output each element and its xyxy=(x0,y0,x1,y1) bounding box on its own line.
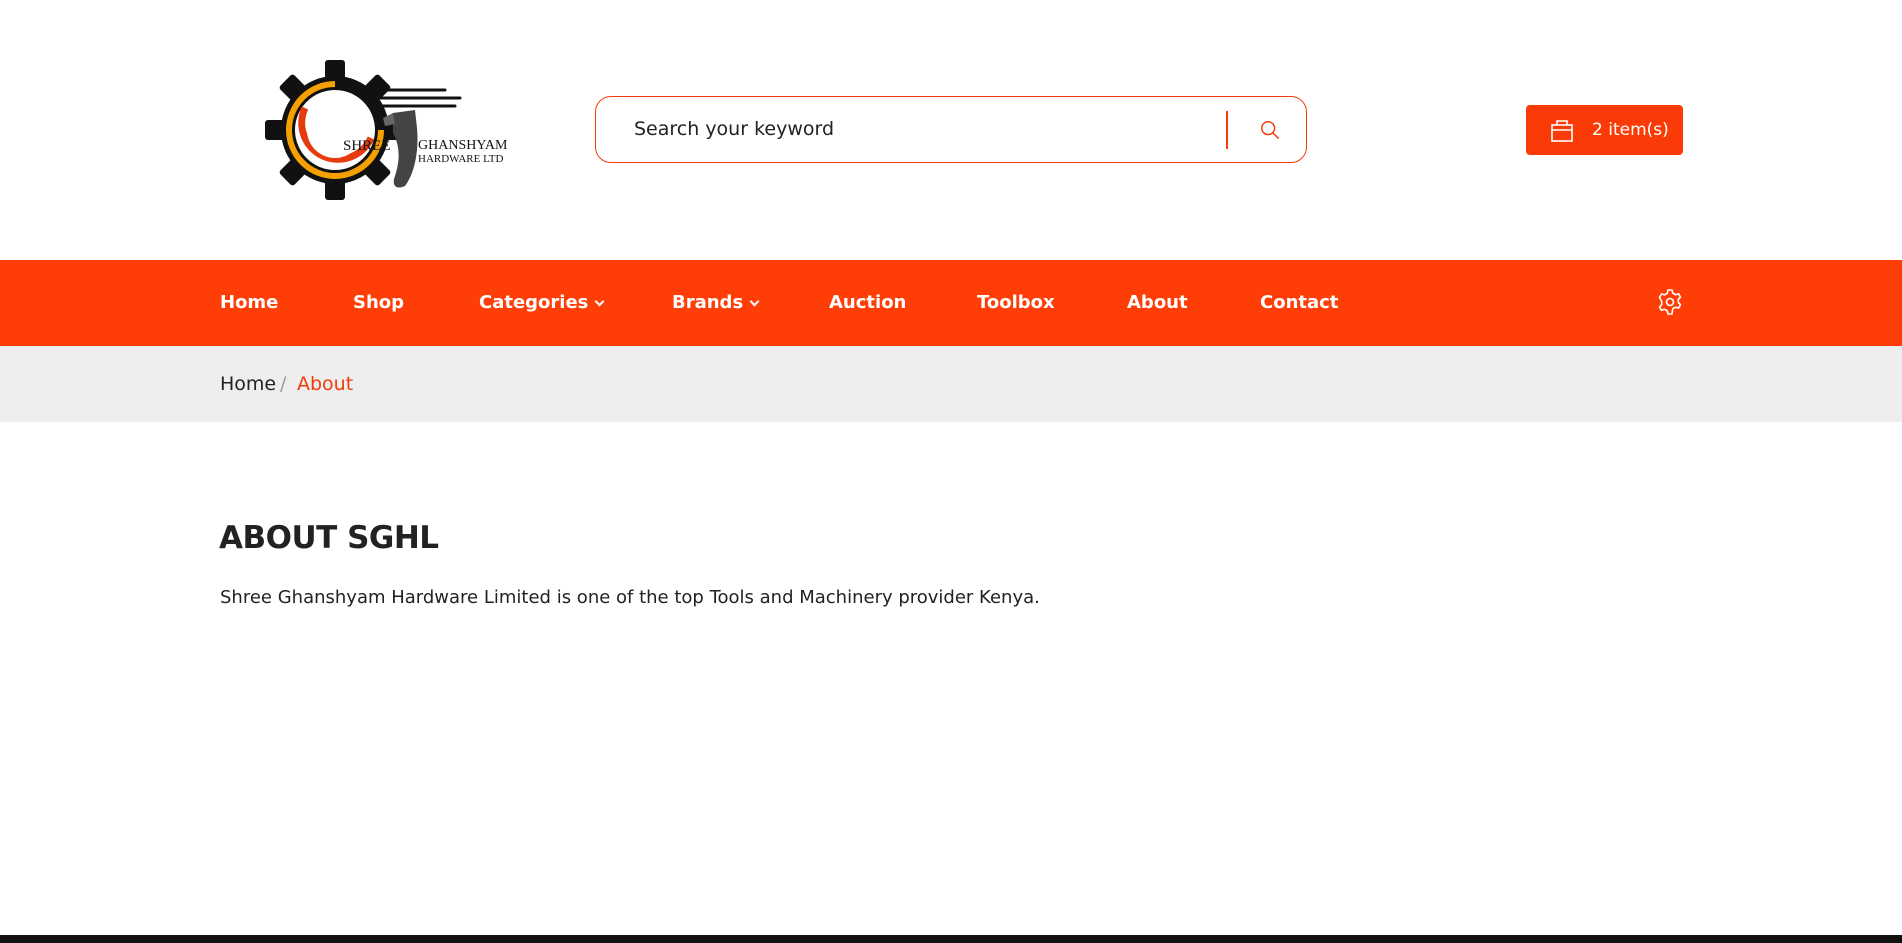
footer-edge xyxy=(0,935,1902,943)
nav-label: Home xyxy=(220,292,279,313)
breadcrumb-home-link[interactable]: Home xyxy=(220,346,276,422)
nav-label: Toolbox xyxy=(977,292,1055,313)
cart-button[interactable]: 2 item(s) xyxy=(1526,105,1683,155)
nav-item-toolbox[interactable]: Toolbox xyxy=(977,260,1055,346)
nav-label: Shop xyxy=(353,292,405,313)
search-icon xyxy=(1261,121,1279,139)
breadcrumb-separator: / xyxy=(280,373,287,395)
main-nav: Home Shop Categories Brands Auction Tool… xyxy=(0,260,1902,346)
nav-label: Brands xyxy=(672,292,744,313)
chevron-down-icon xyxy=(749,296,760,307)
nav-item-auction[interactable]: Auction xyxy=(829,260,906,346)
nav-item-shop[interactable]: Shop xyxy=(353,260,404,346)
site-logo[interactable]: SHREE GHANSHYAM HARDWARE LTD xyxy=(265,58,515,200)
nav-item-brands[interactable]: Brands xyxy=(672,260,760,346)
search-button[interactable] xyxy=(1248,109,1292,151)
nav-label: Contact xyxy=(1260,292,1339,313)
gear-icon xyxy=(1658,289,1682,315)
nav-item-categories[interactable]: Categories xyxy=(479,260,605,346)
nav-item-contact[interactable]: Contact xyxy=(1260,260,1338,346)
nav-item-home[interactable]: Home xyxy=(220,260,278,346)
site-header: SHREE GHANSHYAM HARDWARE LTD 2 item(s) xyxy=(0,0,1902,260)
logo-text-hardware: HARDWARE LTD xyxy=(418,153,504,165)
settings-button[interactable] xyxy=(1656,288,1684,316)
logo-graphic: SHREE GHANSHYAM HARDWARE LTD xyxy=(265,60,508,200)
page-description: Shree Ghanshyam Hardware Limited is one … xyxy=(220,587,1040,608)
shopping-bag-icon xyxy=(1551,120,1573,142)
logo-text-shree: SHREE xyxy=(343,138,391,154)
nav-label: Categories xyxy=(479,292,589,313)
cart-count-label: 2 item(s) xyxy=(1592,120,1669,140)
search-input[interactable] xyxy=(634,97,1194,161)
page-title: ABOUT SGHL xyxy=(219,520,439,556)
search-divider xyxy=(1226,111,1228,149)
breadcrumb-current: About xyxy=(297,373,354,395)
chevron-down-icon xyxy=(594,296,605,307)
breadcrumb: Home / About xyxy=(0,346,1902,422)
nav-label: Auction xyxy=(829,292,907,313)
logo-text-ghanshyam: GHANSHYAM xyxy=(418,138,508,153)
search-box xyxy=(595,96,1307,163)
nav-item-about[interactable]: About xyxy=(1127,260,1188,346)
nav-label: About xyxy=(1127,292,1188,313)
